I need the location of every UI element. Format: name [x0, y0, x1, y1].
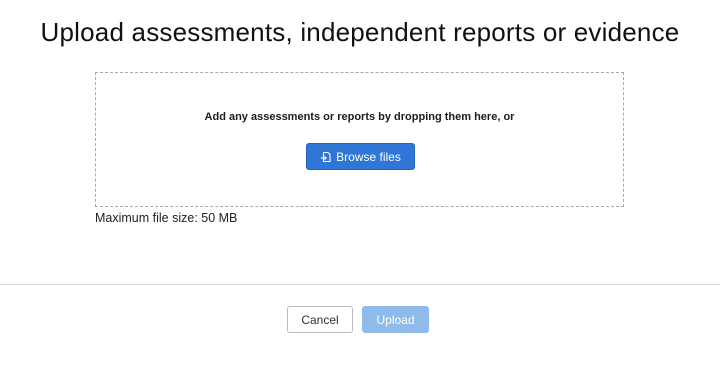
dialog-title: Upload assessments, independent reports … [40, 17, 680, 47]
file-upload-icon [320, 151, 331, 163]
max-file-size-note: Maximum file size: 50 MB [95, 211, 238, 225]
footer-divider [0, 284, 720, 285]
browse-files-label: Browse files [336, 149, 401, 164]
browse-files-button[interactable]: Browse files [306, 143, 415, 170]
dropzone-prompt: Add any assessments or reports by droppi… [204, 111, 515, 123]
file-dropzone[interactable]: Add any assessments or reports by droppi… [95, 72, 624, 207]
cancel-button[interactable]: Cancel [287, 306, 353, 333]
upload-button[interactable]: Upload [362, 306, 429, 333]
